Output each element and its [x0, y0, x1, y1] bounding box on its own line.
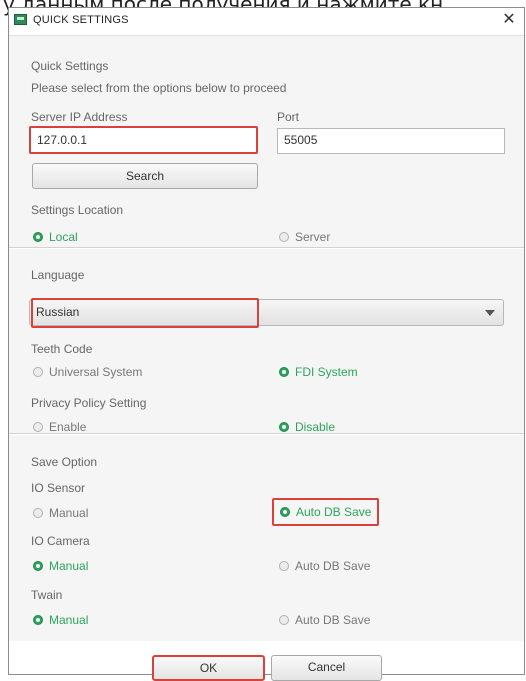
sensor-auto-radio[interactable]: Auto DB Save — [272, 498, 380, 526]
radio-label: Local — [49, 230, 78, 244]
cancel-button[interactable]: Cancel — [271, 655, 382, 681]
radio-label: Auto DB Save — [296, 505, 372, 519]
radio-unselected-icon — [279, 232, 289, 242]
section-subtitle: Please select from the options below to … — [31, 81, 287, 95]
radio-unselected-icon — [33, 422, 43, 432]
radio-label: Manual — [49, 559, 89, 573]
title-bar[interactable]: QUICK SETTINGS ✕ — [9, 8, 524, 34]
radio-selected-icon — [33, 615, 43, 625]
location-server-radio[interactable]: Server — [279, 230, 330, 244]
radio-label: Auto DB Save — [295, 613, 371, 627]
twain-auto-radio[interactable]: Auto DB Save — [279, 613, 370, 627]
radio-unselected-icon — [33, 508, 43, 518]
radio-unselected-icon — [33, 367, 43, 377]
radio-selected-icon — [280, 507, 290, 517]
language-label: Language — [31, 268, 85, 282]
radio-selected-icon — [279, 422, 289, 432]
camera-auto-radio[interactable]: Auto DB Save — [279, 559, 370, 573]
window-title: QUICK SETTINGS — [33, 14, 129, 26]
quick-settings-dialog: QUICK SETTINGS ✕ Quick Settings Please s… — [8, 7, 525, 681]
language-select[interactable]: Russian — [29, 299, 504, 326]
radio-label: Manual — [49, 506, 89, 520]
save-option-section: Save Option IO Sensor Manual Auto DB Sav… — [9, 435, 524, 641]
io-sensor-label: IO Sensor — [31, 481, 86, 495]
radio-selected-icon — [33, 561, 43, 571]
chevron-down-icon — [485, 310, 495, 316]
privacy-disable-radio[interactable]: Disable — [279, 420, 335, 434]
app-icon — [14, 14, 27, 25]
ok-button[interactable]: OK — [152, 655, 265, 681]
radio-unselected-icon — [279, 615, 289, 625]
privacy-enable-radio[interactable]: Enable — [33, 420, 86, 434]
teeth-fdi-radio[interactable]: FDI System — [279, 365, 358, 379]
twain-manual-radio[interactable]: Manual — [33, 613, 88, 627]
radio-label: Auto DB Save — [295, 559, 371, 573]
teeth-code-label: Teeth Code — [31, 342, 93, 356]
privacy-policy-label: Privacy Policy Setting — [31, 396, 147, 410]
teeth-universal-radio[interactable]: Universal System — [33, 365, 142, 379]
radio-selected-icon — [33, 232, 43, 242]
radio-selected-icon — [279, 367, 289, 377]
radio-label: Disable — [295, 420, 336, 434]
location-local-radio[interactable]: Local — [33, 230, 78, 244]
settings-location-label: Settings Location — [31, 203, 124, 217]
language-section: Language Russian Teeth Code Universal Sy… — [9, 249, 524, 434]
quick-settings-section: Quick Settings Please select from the op… — [9, 35, 524, 248]
io-camera-label: IO Camera — [31, 534, 90, 548]
search-button[interactable]: Search — [32, 163, 258, 189]
server-ip-label: Server IP Address — [31, 110, 128, 124]
save-option-label: Save Option — [31, 455, 98, 469]
radio-unselected-icon — [279, 561, 289, 571]
close-button[interactable]: ✕ — [500, 11, 518, 29]
server-ip-input[interactable]: 127.0.0.1 — [29, 126, 258, 154]
radio-label: Universal System — [49, 365, 143, 379]
radio-label: Enable — [49, 420, 87, 434]
port-label: Port — [277, 110, 300, 124]
section-heading: Quick Settings — [31, 59, 109, 73]
port-input[interactable]: 55005 — [277, 128, 505, 154]
radio-label: FDI System — [295, 365, 358, 379]
radio-label: Server — [295, 230, 331, 244]
radio-label: Manual — [49, 613, 89, 627]
twain-label: Twain — [31, 588, 63, 602]
language-selected-value: Russian — [36, 305, 80, 319]
sensor-manual-radio[interactable]: Manual — [33, 506, 88, 520]
camera-manual-radio[interactable]: Manual — [33, 559, 88, 573]
